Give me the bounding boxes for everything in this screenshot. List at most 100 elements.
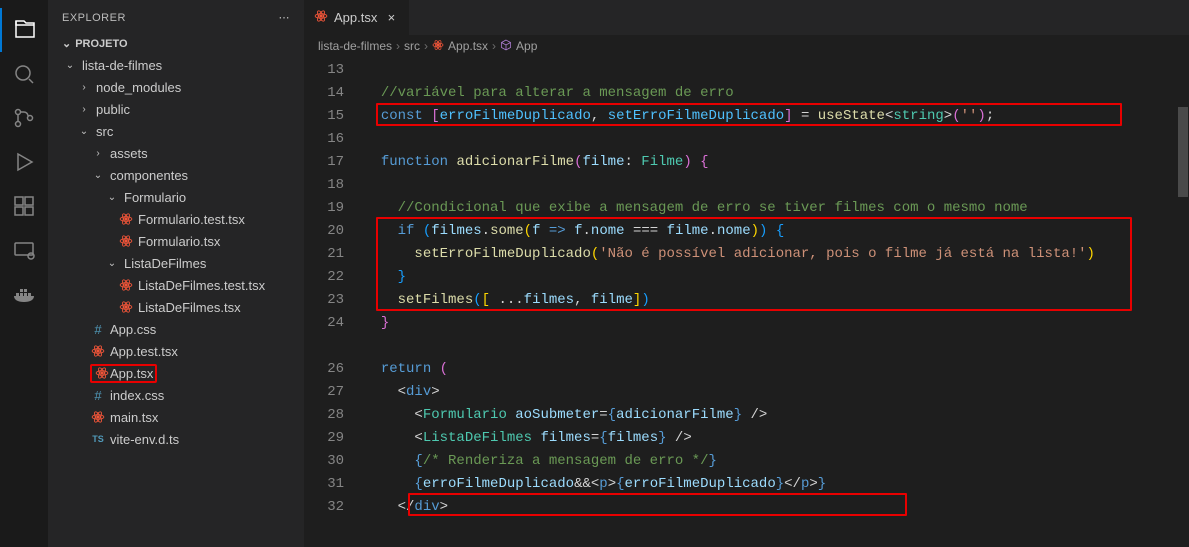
code-line[interactable]: {erroFilmeDuplicado&&<p>{erroFilmeDuplic… [364, 473, 1189, 496]
explorer-icon[interactable] [0, 8, 48, 52]
tree-item-label: App.test.tsx [110, 344, 178, 359]
breadcrumb-item[interactable]: App.tsx [448, 39, 488, 53]
code-line[interactable]: const [erroFilmeDuplicado, setErroFilmeD… [364, 105, 1189, 128]
code-line[interactable]: <div> [364, 381, 1189, 404]
code-line[interactable]: return ( [364, 358, 1189, 381]
folder-item[interactable]: ›assets [48, 142, 304, 164]
tree-item-label: lista-de-filmes [82, 58, 162, 73]
tab-label: App.tsx [334, 10, 377, 25]
tree-item-label: Formulario [124, 190, 186, 205]
chevron-down-icon: ⌄ [76, 126, 92, 137]
chevron-right-icon: › [76, 82, 92, 93]
folder-item[interactable]: › public [48, 98, 304, 120]
hash-icon: # [90, 388, 106, 403]
cube-icon [500, 39, 512, 54]
chevron-right-icon: › [76, 104, 92, 115]
react-icon [118, 300, 134, 314]
file-item[interactable]: Formulario.tsx [48, 230, 304, 252]
code-line[interactable]: } [364, 312, 1189, 335]
code-content[interactable]: //variável para alterar a mensagem de er… [364, 57, 1189, 547]
line-number: 29 [304, 427, 344, 450]
code-line[interactable]: //Condicional que exibe a mensagem de er… [364, 197, 1189, 220]
close-icon[interactable]: × [383, 10, 399, 25]
scrollbar-thumb[interactable] [1178, 107, 1188, 197]
remote-icon[interactable] [0, 228, 48, 272]
extensions-icon[interactable] [0, 184, 48, 228]
react-icon [90, 410, 106, 424]
code-line[interactable]: if (filmes.some(f => f.nome === filme.no… [364, 220, 1189, 243]
tab-app-tsx[interactable]: App.tsx × [304, 0, 410, 35]
sidebar-section[interactable]: ⌄ PROJETO [48, 35, 304, 52]
folder-item[interactable]: ⌄lista-de-filmes [48, 54, 304, 76]
breadcrumb-item[interactable]: App [516, 39, 537, 53]
file-tree: ⌄lista-de-filmes›node_modules›public⌄src… [48, 52, 304, 452]
file-item[interactable]: App.tsx [48, 362, 304, 384]
folder-item[interactable]: ⌄componentes [48, 164, 304, 186]
activity-bar [0, 0, 48, 547]
line-number: 21 [304, 243, 344, 266]
tree-item-label: App.tsx [110, 366, 153, 381]
breadcrumb-item[interactable]: lista-de-filmes [318, 39, 392, 53]
tree-item-label: ListaDeFilmes.test.tsx [138, 278, 265, 293]
folder-item[interactable]: ⌄ Formulario [48, 186, 304, 208]
code-line[interactable]: <ListaDeFilmes filmes={filmes} /> [364, 427, 1189, 450]
line-number: 14 [304, 82, 344, 105]
file-item[interactable]: TS vite-env.d.ts [48, 428, 304, 450]
code-line[interactable] [364, 59, 1189, 82]
file-item[interactable]: # index.css [48, 384, 304, 406]
line-number: 28 [304, 404, 344, 427]
code-line[interactable]: setFilmes([ ...filmes, filme]) [364, 289, 1189, 312]
search-icon[interactable] [0, 52, 48, 96]
folder-item[interactable]: ⌄ src [48, 120, 304, 142]
chevron-right-icon: › [90, 148, 106, 159]
code-line[interactable]: <Formulario aoSubmeter={adicionarFilme} … [364, 404, 1189, 427]
sidebar-more-icon[interactable]: ⋯ [279, 11, 291, 24]
tree-item-label: main.tsx [110, 410, 158, 425]
code-editor[interactable]: 13141516171819202122232426272829303132 /… [304, 57, 1189, 547]
code-line[interactable]: setErroFilmeDuplicado('Não é possível ad… [364, 243, 1189, 266]
ts-icon: TS [90, 434, 106, 444]
react-icon [118, 278, 134, 292]
breadcrumb-item[interactable]: src [404, 39, 420, 53]
chevron-down-icon: ⌄ [104, 192, 120, 203]
code-line[interactable]: {/* Renderiza a mensagem de erro */} [364, 450, 1189, 473]
line-number: 16 [304, 128, 344, 151]
tree-item-label: index.css [110, 388, 164, 403]
source-control-icon[interactable] [0, 96, 48, 140]
scrollbar[interactable] [1177, 57, 1189, 547]
code-line[interactable] [364, 128, 1189, 151]
line-number: 27 [304, 381, 344, 404]
code-line[interactable]: </div> [364, 496, 1189, 519]
chevron-down-icon: ⌄ [62, 37, 71, 50]
line-number: 18 [304, 174, 344, 197]
tree-item-label: vite-env.d.ts [110, 432, 179, 447]
docker-icon[interactable] [0, 272, 48, 316]
file-item[interactable]: App.test.tsx [48, 340, 304, 362]
breadcrumbs[interactable]: lista-de-filmes › src › App.tsx › App [304, 35, 1189, 57]
tree-item-label: App.css [110, 322, 156, 337]
tree-item-label: public [96, 102, 130, 117]
line-number: 30 [304, 450, 344, 473]
file-item[interactable]: main.tsx [48, 406, 304, 428]
hash-icon: # [90, 322, 106, 337]
file-item[interactable]: ListaDeFilmes.test.tsx [48, 274, 304, 296]
code-line[interactable]: function adicionarFilme(filme: Filme) { [364, 151, 1189, 174]
react-icon [118, 212, 134, 226]
code-line[interactable]: } [364, 266, 1189, 289]
file-item[interactable]: # App.css [48, 318, 304, 340]
editor-area: App.tsx × lista-de-filmes › src › App.ts… [304, 0, 1189, 547]
tree-item-label: src [96, 124, 113, 139]
chevron-right-icon: › [396, 39, 400, 53]
file-item[interactable]: Formulario.test.tsx [48, 208, 304, 230]
code-line[interactable]: //variável para alterar a mensagem de er… [364, 82, 1189, 105]
explorer-sidebar: EXPLORER ⋯ ⌄ PROJETO ⌄lista-de-filmes›no… [48, 0, 304, 547]
line-number: 17 [304, 151, 344, 174]
chevron-right-icon: › [424, 39, 428, 53]
tree-item-label: Formulario.tsx [138, 234, 220, 249]
code-line[interactable] [364, 174, 1189, 197]
folder-item[interactable]: ›node_modules [48, 76, 304, 98]
file-item[interactable]: ListaDeFilmes.tsx [48, 296, 304, 318]
react-icon [118, 234, 134, 248]
folder-item[interactable]: ⌄ListaDeFilmes [48, 252, 304, 274]
run-debug-icon[interactable] [0, 140, 48, 184]
